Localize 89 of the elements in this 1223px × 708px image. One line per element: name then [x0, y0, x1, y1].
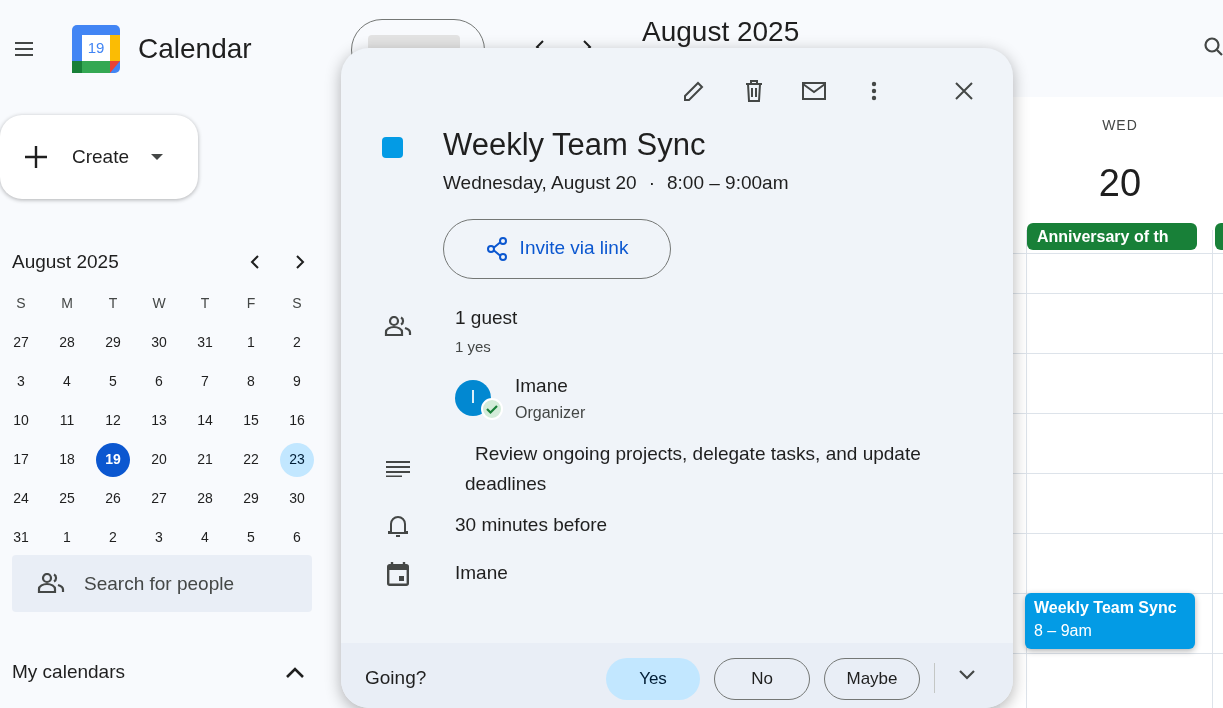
day-button[interactable]: 23: [280, 442, 314, 477]
day-button[interactable]: 3: [142, 520, 176, 555]
period-title: August 2025: [642, 17, 800, 47]
day-button[interactable]: 17: [4, 442, 38, 477]
chevron-left-icon[interactable]: [249, 255, 261, 269]
day-button[interactable]: 6: [142, 364, 176, 399]
day-button[interactable]: 1: [50, 520, 84, 555]
weekday-label: F: [246, 294, 256, 313]
guest-role: Organizer: [515, 402, 586, 423]
create-button[interactable]: Create: [0, 115, 198, 199]
day-button[interactable]: 5: [96, 364, 130, 399]
collapse-icon[interactable]: [286, 666, 304, 678]
section-title: My calendars: [12, 659, 125, 684]
day-button[interactable]: 19: [96, 442, 130, 477]
day-button[interactable]: 22: [234, 442, 268, 477]
rsvp-label: Going?: [365, 666, 427, 690]
people-search-field[interactable]: Search for people: [12, 555, 312, 612]
day-button[interactable]: 2: [280, 325, 314, 360]
calendar-name: Imane: [455, 561, 508, 586]
weekday-label: S: [292, 294, 302, 313]
day-button[interactable]: 21: [188, 442, 222, 477]
day-button[interactable]: 8: [234, 364, 268, 399]
day-button[interactable]: 20: [142, 442, 176, 477]
bell-icon: [388, 513, 408, 538]
day-button[interactable]: 2: [96, 520, 130, 555]
description-icon: [386, 460, 410, 477]
day-button[interactable]: 31: [4, 520, 38, 555]
day-button[interactable]: 3: [4, 364, 38, 399]
chevron-down-icon[interactable]: [959, 670, 975, 680]
day-button[interactable]: 16: [280, 403, 314, 438]
day-button[interactable]: 15: [234, 403, 268, 438]
day-button[interactable]: 30: [280, 481, 314, 516]
day-button[interactable]: 24: [4, 481, 38, 516]
weekday-label: S: [16, 294, 26, 313]
separator-dot: ·: [648, 171, 655, 195]
event-date: Wednesday, August 20: [443, 171, 637, 195]
day-button[interactable]: 9: [280, 364, 314, 399]
day-button[interactable]: 27: [4, 325, 38, 360]
menu-icon[interactable]: [14, 40, 34, 57]
event-title: Weekly Team Sync: [443, 126, 707, 164]
day-button[interactable]: 28: [50, 325, 84, 360]
event-description: Review ongoing projects, delegate tasks, and update deadlines: [464, 441, 922, 496]
avatar: I: [455, 379, 491, 416]
day-button[interactable]: 10: [4, 403, 38, 438]
day-button[interactable]: 29: [234, 481, 268, 516]
day-button[interactable]: 6: [280, 520, 314, 555]
day-button[interactable]: 5: [234, 520, 268, 555]
day-button[interactable]: 25: [50, 481, 84, 516]
event-time: 8:00 – 9:00am: [667, 171, 789, 195]
day-button[interactable]: 1: [234, 325, 268, 360]
weekday-label: T: [108, 294, 118, 313]
chevron-right-icon[interactable]: [294, 255, 306, 269]
reminder-text: 30 minutes before: [455, 513, 608, 538]
day-button[interactable]: 4: [50, 364, 84, 399]
all-day-event[interactable]: [1215, 223, 1223, 250]
day-button[interactable]: 28: [188, 481, 222, 516]
day-button[interactable]: 27: [142, 481, 176, 516]
guest-name: Imane: [515, 374, 569, 399]
plus-icon: [24, 145, 48, 169]
weekday-label: W: [152, 294, 166, 313]
day-button[interactable]: 18: [50, 442, 84, 477]
day-button[interactable]: 7: [188, 364, 222, 399]
share-icon: [485, 236, 508, 261]
day-button[interactable]: 14: [188, 403, 222, 438]
app-title: Calendar: [138, 31, 252, 66]
weekday-label: M: [61, 294, 73, 313]
search-icon[interactable]: [1203, 36, 1223, 56]
day-button[interactable]: 30: [142, 325, 176, 360]
rsvp-button[interactable]: Yes: [606, 658, 700, 700]
day-button[interactable]: 26: [96, 481, 130, 516]
people-icon: [384, 315, 412, 336]
guest-summary: 1 yes: [455, 337, 492, 357]
calendar-icon: [387, 561, 409, 586]
day-button[interactable]: 12: [96, 403, 130, 438]
logo-date: 19: [86, 38, 106, 57]
day-button[interactable]: 29: [96, 325, 130, 360]
day-button[interactable]: 4: [188, 520, 222, 555]
all-day-event[interactable]: Anniversary of th: [1027, 223, 1197, 250]
guest-count: 1 guest: [455, 305, 519, 330]
caret-icon: [151, 154, 164, 160]
day-button[interactable]: 13: [142, 403, 176, 438]
day-button[interactable]: 31: [188, 325, 222, 360]
weekday-label: WED: [1101, 116, 1139, 135]
date-number[interactable]: 20: [1027, 155, 1213, 212]
month-title: August 2025: [12, 249, 119, 274]
weekday-label: T: [200, 294, 210, 313]
day-button[interactable]: 11: [50, 403, 84, 438]
calendar-logo: [72, 24, 120, 73]
people-icon: [37, 573, 65, 593]
